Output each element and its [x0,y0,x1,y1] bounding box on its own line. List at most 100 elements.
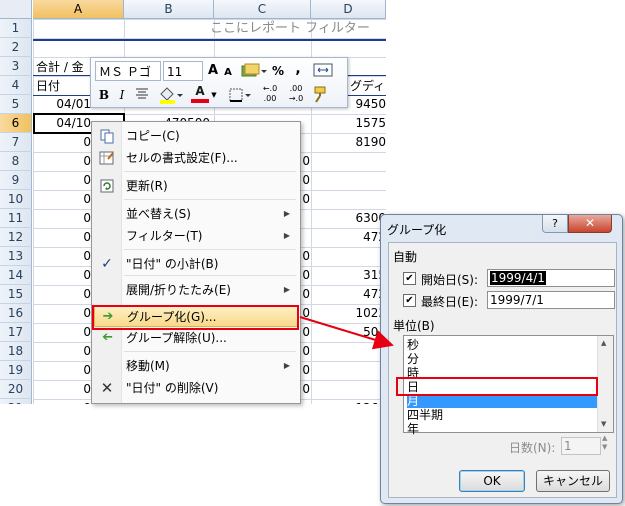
cell-d[interactable]: 6300 [311,209,386,228]
font-name-box[interactable]: ＭＳ Ｐゴ [95,61,161,81]
percent-style-icon[interactable]: % [271,61,285,81]
shrink-font-icon[interactable]: A [222,63,234,83]
cell-a[interactable]: 0 [33,152,91,171]
context-menu-item[interactable]: セルの書式設定(F)... [94,147,298,169]
borders-icon[interactable] [227,85,253,105]
unit-option[interactable]: 秒 [407,338,597,352]
row-header[interactable]: 18 [0,342,32,361]
row-header[interactable]: 19 [0,361,32,380]
days-input[interactable]: 1 [561,437,601,455]
row-header[interactable]: 12 [0,228,32,247]
context-menu-item[interactable]: ➔ グループ解除(U)... [94,327,298,349]
cell-a4[interactable]: 日付 [36,77,92,96]
cell-d[interactable]: 472 [311,228,386,247]
days-spinner-icon[interactable]: ▲ ▼ [602,434,607,452]
unit-option[interactable]: 年 [407,422,597,436]
font-size-box[interactable]: 11 [163,61,203,81]
end-date-checkbox[interactable]: ✔ [403,294,416,307]
cell-a[interactable]: 0 [33,171,91,190]
column-header-c[interactable]: C [214,0,311,19]
row-header[interactable]: 15 [0,285,32,304]
row-header[interactable]: 3 [0,57,32,76]
cell-a[interactable]: 0 [33,285,91,304]
row-header[interactable]: 14 [0,266,32,285]
row-header[interactable]: 13 [0,247,32,266]
cell-d[interactable]: 472 [311,285,386,304]
cell-a[interactable]: 0 [33,361,91,380]
cell-a[interactable]: 0 [33,323,91,342]
decrease-decimal-icon[interactable]: .00 →.0 [285,84,307,104]
column-header-a[interactable]: A [33,0,124,19]
select-all-corner[interactable] [0,0,32,19]
context-menu-item[interactable]: コピー(C) [94,125,298,147]
context-menu-item[interactable]: ✓ "日付" の小計(B) [94,253,298,275]
row-header[interactable]: 9 [0,171,32,190]
cell-a[interactable]: 0 [33,399,91,404]
scroll-up-icon[interactable]: ▲ [601,339,606,347]
close-button[interactable]: ✕ [568,215,612,233]
cell-d[interactable]: 1575 [311,114,386,133]
row-header[interactable]: 10 [0,190,32,209]
cell-a[interactable]: 0 [33,209,91,228]
comma-style-icon[interactable]: , [291,59,305,79]
cell-d[interactable]: 504 [311,323,386,342]
context-menu-item[interactable]: 移動(M) ▶ [94,355,298,377]
grow-font-icon[interactable]: A [206,61,220,81]
cell-d[interactable]: 1023 [311,304,386,323]
end-date-input[interactable]: 1999/7/1 [487,291,615,309]
ok-button[interactable]: OK [459,470,525,492]
italic-icon[interactable]: I [116,85,128,105]
context-menu-item[interactable]: フィルター(T) ▶ [94,225,298,247]
context-menu-item[interactable]: 更新(R) [94,175,298,197]
increase-decimal-icon[interactable]: ←.0.00 [259,84,281,104]
font-color-dropdown-icon[interactable]: ▼ [209,85,219,105]
row-header[interactable]: 2 [0,38,32,57]
unit-option[interactable]: 分 [407,352,597,366]
row-header[interactable]: 1 [0,19,32,38]
cell-d[interactable]: 1260 [311,399,386,404]
row-header[interactable]: 8 [0,152,32,171]
cell-a[interactable]: 0 [33,342,91,361]
font-color-icon[interactable]: A [191,84,209,103]
row-header[interactable]: 5 [0,95,32,114]
column-header-b[interactable]: B [124,0,214,19]
row-header[interactable]: 20 [0,380,32,399]
unit-option[interactable]: 四半期 [407,408,597,422]
context-menu-item[interactable]: ✕ "日付" の削除(V) [94,377,298,399]
scroll-down-icon[interactable]: ▼ [601,420,606,428]
currency-format-icon[interactable] [239,61,267,81]
row-header[interactable]: 21 [0,399,32,404]
cell-d[interactable]: 315 [311,266,386,285]
unit-option[interactable]: 月 [407,394,597,408]
start-date-label: 開始日(S): [421,273,479,287]
merge-center-icon[interactable] [311,61,335,81]
cell-d[interactable]: 8190 [311,133,386,152]
context-menu-item[interactable]: 展開/折りたたみ(E) ▶ [94,279,298,301]
cell-a[interactable]: 0 [33,380,91,399]
row-header[interactable]: 17 [0,323,32,342]
context-menu-item[interactable]: 並べ替え(S) ▶ [94,203,298,225]
cell-a[interactable]: 04/01 [33,95,91,114]
cell-a[interactable]: 0 [33,304,91,323]
cell-d4[interactable]: グディー [350,77,386,96]
bold-icon[interactable]: B [96,85,112,105]
row-header[interactable]: 7 [0,133,32,152]
cell-a[interactable]: 0 [33,247,91,266]
row-header[interactable]: 11 [0,209,32,228]
format-painter-icon[interactable] [311,85,331,105]
fill-color-icon[interactable] [157,85,183,105]
help-button[interactable]: ? [542,215,568,233]
start-date-checkbox[interactable]: ✔ [403,272,416,285]
cell-a[interactable]: 0 [33,133,91,152]
row-header[interactable]: 16 [0,304,32,323]
row-header[interactable]: 6 [0,114,32,133]
cancel-button[interactable]: キャンセル [536,470,610,492]
cell-a[interactable]: 0 [33,228,91,247]
column-header-d[interactable]: D [311,0,386,19]
align-center-icon[interactable] [133,85,151,105]
unit-list-scrollbar[interactable]: ▲ ▼ [597,336,613,432]
cell-a[interactable]: 0 [33,266,91,285]
row-header[interactable]: 4 [0,76,32,95]
start-date-input[interactable]: 1999/4/1 [487,269,615,287]
cell-a[interactable]: 0 [33,190,91,209]
